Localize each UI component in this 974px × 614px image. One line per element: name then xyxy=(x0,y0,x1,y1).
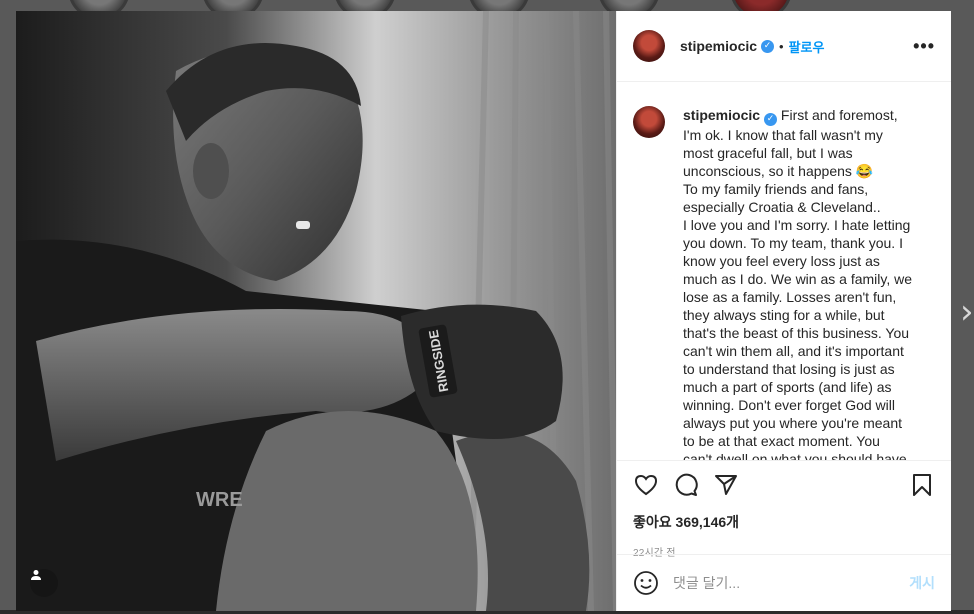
avatar[interactable] xyxy=(633,30,665,62)
post-comment-button[interactable]: 게시 xyxy=(909,573,935,593)
like-count[interactable]: 좋아요 369,146개 xyxy=(633,512,935,532)
follow-button[interactable]: 팔로우 xyxy=(789,37,825,56)
caption-text: First and foremost, I'm ok. I know that … xyxy=(683,107,913,460)
post-header: stipemiocic ✓ • 팔로우 ••• xyxy=(617,11,951,82)
verified-badge-icon: ✓ xyxy=(761,39,775,53)
next-post-arrow-icon[interactable]: › xyxy=(960,294,974,330)
post-actions: 좋아요 369,146개 22시간 전 xyxy=(617,460,951,559)
verified-badge-icon: ✓ xyxy=(764,112,778,126)
avatar[interactable] xyxy=(633,106,665,138)
more-options-icon[interactable]: ••• xyxy=(913,36,935,57)
post-modal: RINGSIDE WRE stipemiocic ✓ • 팔로우 ••• sti… xyxy=(16,11,951,611)
bookmark-icon[interactable] xyxy=(909,472,935,498)
comments-area[interactable]: stipemiocic ✓ First and foremost, I'm ok.… xyxy=(617,82,951,460)
caption-username[interactable]: stipemiocic xyxy=(683,107,760,123)
post-photo[interactable]: RINGSIDE WRE xyxy=(16,11,616,611)
user-tag-icon[interactable] xyxy=(30,569,58,597)
comment-icon[interactable] xyxy=(673,472,699,498)
separator-dot: • xyxy=(779,38,784,54)
post-side-panel: stipemiocic ✓ • 팔로우 ••• stipemiocic ✓ Fir… xyxy=(616,11,951,611)
username-link[interactable]: stipemiocic xyxy=(680,38,757,54)
comment-form: 게시 xyxy=(617,554,951,611)
heart-icon[interactable] xyxy=(633,472,659,498)
shirt-text: WRE xyxy=(196,489,243,511)
action-icons xyxy=(633,471,935,499)
post-caption: stipemiocic ✓ First and foremost, I'm ok.… xyxy=(683,106,912,460)
paper-plane-icon[interactable] xyxy=(713,472,739,498)
fighter-photo-illustration: RINGSIDE WRE xyxy=(16,11,616,611)
comment-input[interactable] xyxy=(673,575,910,591)
smiley-icon[interactable] xyxy=(633,570,659,596)
